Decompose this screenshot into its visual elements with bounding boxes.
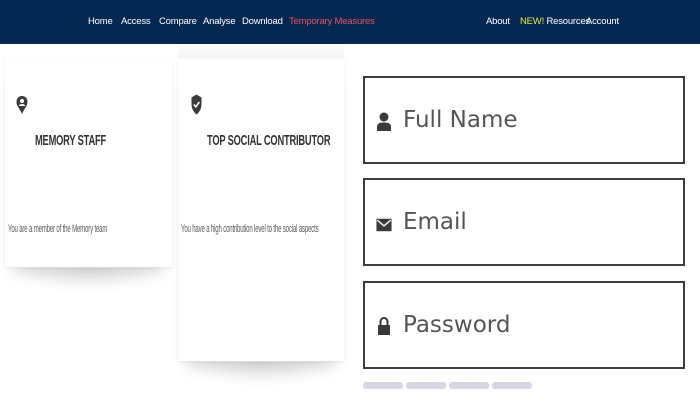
top-social-contributor-card: TOP SOCIAL CONTRIBUTOR You have a high c… [178,59,344,361]
card-shadow [10,268,167,294]
envelope-icon [376,218,392,232]
password-strength-segment [363,382,403,389]
card-top-shade [178,44,344,58]
nav-analyse[interactable]: Analyse [203,16,236,27]
new-badge: NEW! [520,16,545,27]
email-field [363,178,685,266]
password-input[interactable] [403,283,673,367]
password-field [363,281,685,369]
full-name-field [363,76,685,164]
shield-check-icon [191,94,202,115]
nav-resources-label: Resources [546,16,591,27]
nav-download[interactable]: Download [242,16,283,27]
nav-resources[interactable]: NEW! Resources [520,16,590,27]
card-description: You are a member of the Memory team [8,223,108,235]
nav-temporary-measures[interactable]: Temporary Measures [289,16,375,27]
password-strength-segment [449,382,489,389]
nav-account[interactable]: Account [586,16,619,27]
memory-staff-card: MEMORY STAFF You are a member of the Mem… [5,59,172,267]
top-nav: Home Access Compare Analyse Download Tem… [0,0,700,44]
card-description: You have a high contribution level to th… [181,223,319,235]
person-badge-icon [16,96,28,114]
email-input[interactable] [403,180,673,264]
password-strength-segment [492,382,532,389]
card-title: TOP SOCIAL CONTRIBUTOR [207,132,331,149]
nav-home[interactable]: Home [88,16,113,27]
card-shadow [183,362,339,388]
card-title: MEMORY STAFF [35,132,106,149]
nav-about[interactable]: About [486,16,510,27]
user-icon [377,112,391,131]
nav-access[interactable]: Access [121,16,151,27]
lock-icon [378,316,390,335]
full-name-input[interactable] [403,78,673,162]
password-strength-segment [406,382,446,389]
nav-compare[interactable]: Compare [159,16,197,27]
